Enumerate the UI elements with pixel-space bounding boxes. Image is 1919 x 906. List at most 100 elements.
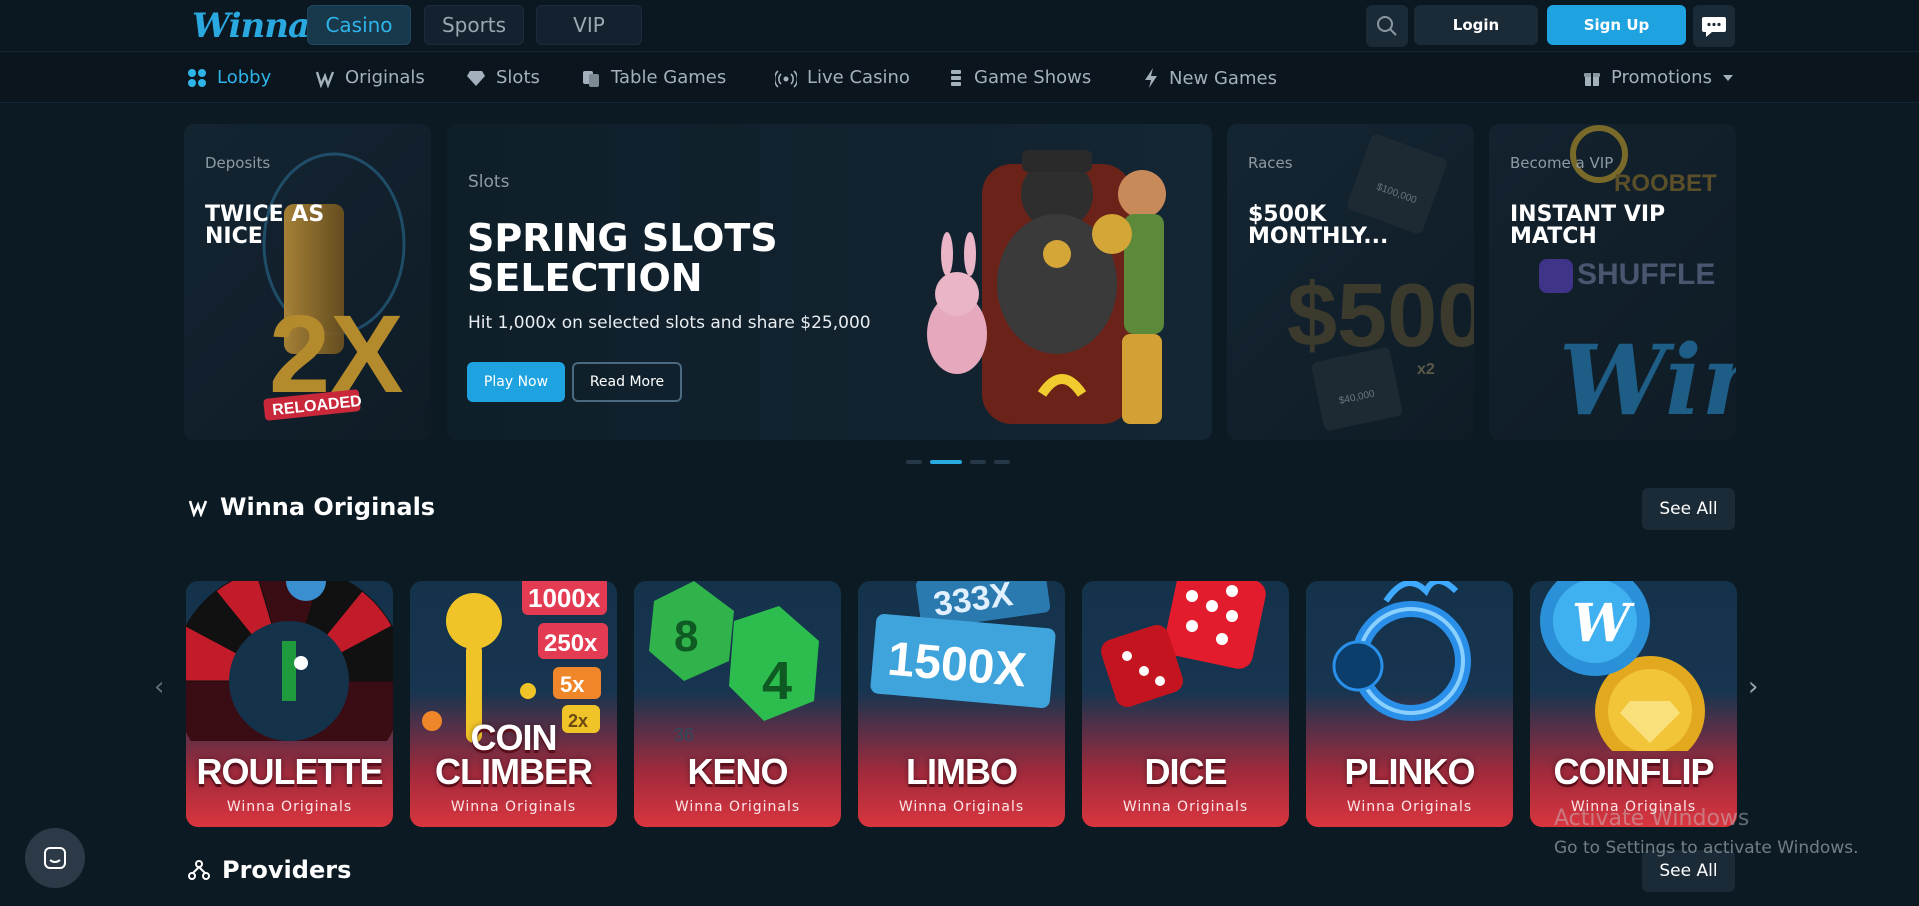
game-name: COINFLIP bbox=[1553, 751, 1715, 792]
category-bar: Lobby Originals Slots Table Games Live C… bbox=[0, 53, 1919, 103]
section-title: Providers bbox=[222, 856, 352, 884]
game-card-limbo[interactable]: 333X 1500X LIMBO Winna Originals bbox=[858, 581, 1065, 827]
keno-number-36: 36 bbox=[674, 725, 694, 745]
banner-label: Slots bbox=[468, 172, 510, 192]
category-game-shows[interactable]: Game Shows bbox=[948, 67, 1091, 88]
game-card-coin-climber[interactable]: 1000x 250x 5x 2x COIN CLIMBER Winna Orig… bbox=[410, 581, 617, 827]
tab-sports[interactable]: Sports bbox=[424, 5, 524, 45]
signup-button[interactable]: Sign Up bbox=[1547, 5, 1686, 45]
game-card-coinflip[interactable]: W COINFLIP Winna Originals bbox=[1530, 581, 1737, 827]
category-originals[interactable]: Originals bbox=[315, 67, 425, 88]
keno-number-8: 8 bbox=[674, 612, 698, 661]
multiplier-250x: 250x bbox=[544, 630, 598, 657]
tab-vip[interactable]: VIP bbox=[536, 5, 642, 45]
banner-description: Hit 1,000x on selected slots and share $… bbox=[468, 313, 871, 333]
game-name: DICE bbox=[1144, 751, 1227, 792]
art-shuffle: SHUFFLE bbox=[1577, 258, 1715, 291]
category-live-casino[interactable]: Live Casino bbox=[775, 67, 910, 88]
carousel-dot[interactable] bbox=[970, 460, 986, 464]
message-icon bbox=[44, 847, 66, 869]
game-card-roulette[interactable]: ROULETTE Winna Originals bbox=[186, 581, 393, 827]
plinko-art bbox=[1332, 581, 1471, 721]
category-label: Lobby bbox=[217, 67, 272, 88]
banner-title: $500K MONTHLY... bbox=[1248, 202, 1389, 249]
grid-icon bbox=[188, 68, 206, 87]
keno-number-4: 4 bbox=[762, 651, 792, 711]
top-bar: Winna Casino Sports VIP Login Sign Up bbox=[0, 0, 1919, 52]
category-new-games[interactable]: New Games bbox=[1143, 67, 1277, 89]
gift-icon bbox=[1584, 72, 1600, 86]
game-name: COIN CLIMBER bbox=[435, 717, 593, 792]
chat-button[interactable] bbox=[1693, 5, 1735, 47]
game-subtitle: Winna Originals bbox=[1346, 799, 1473, 815]
winna-w-icon bbox=[188, 500, 208, 517]
promo-deposits[interactable]: 2X RELOADED Deposits TWICE AS NICE bbox=[184, 124, 431, 440]
game-card-dice[interactable]: DICE Winna Originals bbox=[1082, 581, 1289, 827]
promo-vip[interactable]: ROOBET SHUFFLE Winn Become a VIP INSTANT… bbox=[1489, 124, 1736, 440]
characters-art bbox=[927, 150, 1166, 424]
art-roobet: ROOBET bbox=[1614, 170, 1717, 197]
tab-casino[interactable]: Casino bbox=[307, 5, 411, 45]
category-label: New Games bbox=[1169, 67, 1277, 89]
carousel-dot[interactable] bbox=[930, 460, 962, 464]
banner-title: TWICE AS NICE bbox=[205, 202, 325, 249]
promotions-label: Promotions bbox=[1611, 67, 1712, 88]
game-name: KENO bbox=[687, 751, 788, 792]
category-label: Slots bbox=[496, 67, 540, 88]
carousel-dots bbox=[906, 460, 1010, 464]
carousel-dot[interactable] bbox=[906, 460, 922, 464]
windows-activation-title: Activate Windows bbox=[1554, 806, 1750, 831]
banner-label: Become a VIP bbox=[1510, 154, 1614, 172]
category-slots[interactable]: Slots bbox=[466, 67, 540, 88]
play-now-button[interactable]: Play Now bbox=[467, 362, 565, 402]
chat-bubble-icon bbox=[1702, 17, 1726, 37]
roulette-art bbox=[186, 581, 393, 741]
dice-art bbox=[1101, 581, 1266, 707]
category-label: Game Shows bbox=[974, 67, 1092, 88]
login-button[interactable]: Login bbox=[1414, 5, 1538, 45]
support-chat-button[interactable] bbox=[25, 828, 85, 888]
providers-heading: Providers bbox=[188, 856, 351, 884]
coin-w: W bbox=[1572, 593, 1635, 654]
read-more-button[interactable]: Read More bbox=[572, 362, 682, 402]
winna-w-icon bbox=[315, 71, 335, 88]
chevron-down-icon bbox=[1722, 74, 1733, 81]
chevron-right-icon[interactable]: › bbox=[1748, 672, 1758, 702]
carousel-dot[interactable] bbox=[994, 460, 1010, 464]
category-label: Originals bbox=[345, 67, 425, 88]
lightning-icon bbox=[1145, 68, 1157, 88]
promo-races[interactable]: $100,000 $500 x2 $40,000 Races $500K MON… bbox=[1227, 124, 1474, 440]
category-lobby[interactable]: Lobby bbox=[187, 67, 271, 88]
art-winna: Winn bbox=[1559, 324, 1736, 437]
chevron-left-icon[interactable]: ‹ bbox=[154, 672, 164, 702]
game-subtitle: Winna Originals bbox=[450, 799, 577, 815]
limbo-art: 333X 1500X bbox=[870, 581, 1056, 709]
game-subtitle: Winna Originals bbox=[674, 799, 801, 815]
game-card-plinko[interactable]: PLINKO Winna Originals bbox=[1306, 581, 1513, 827]
broadcast-icon bbox=[775, 69, 797, 88]
promotions-dropdown[interactable]: Promotions bbox=[1583, 67, 1734, 88]
winna-logo[interactable]: Winna bbox=[192, 6, 310, 46]
banner-label: Deposits bbox=[205, 154, 271, 172]
cards-icon bbox=[583, 70, 599, 87]
game-card-keno[interactable]: 8 4 36 KENO Winna Originals bbox=[634, 581, 841, 827]
promo-spring-slots[interactable]: Slots SPRING SLOTS SELECTION Hit 1,000x … bbox=[447, 124, 1212, 440]
art-x2: x2 bbox=[1417, 361, 1435, 378]
category-label: Table Games bbox=[611, 67, 727, 88]
banner-label: Races bbox=[1248, 154, 1293, 172]
game-name: ROULETTE bbox=[196, 751, 384, 792]
category-table-games[interactable]: Table Games bbox=[581, 67, 726, 88]
chip-stack-icon bbox=[951, 69, 961, 86]
originals-see-all-button[interactable]: See All bbox=[1642, 488, 1735, 530]
multiplier-1000x: 1000x bbox=[528, 583, 601, 613]
category-label: Live Casino bbox=[807, 67, 910, 88]
game-subtitle: Winna Originals bbox=[1122, 799, 1249, 815]
section-title: Winna Originals bbox=[220, 493, 436, 521]
providers-icon bbox=[188, 860, 210, 880]
game-subtitle: Winna Originals bbox=[898, 799, 1025, 815]
game-subtitle: Winna Originals bbox=[226, 799, 353, 815]
banner-title: SPRING SLOTS SELECTION bbox=[467, 216, 778, 300]
diamond-icon bbox=[467, 70, 485, 86]
game-name: PLINKO bbox=[1344, 751, 1475, 792]
search-button[interactable] bbox=[1366, 5, 1408, 47]
